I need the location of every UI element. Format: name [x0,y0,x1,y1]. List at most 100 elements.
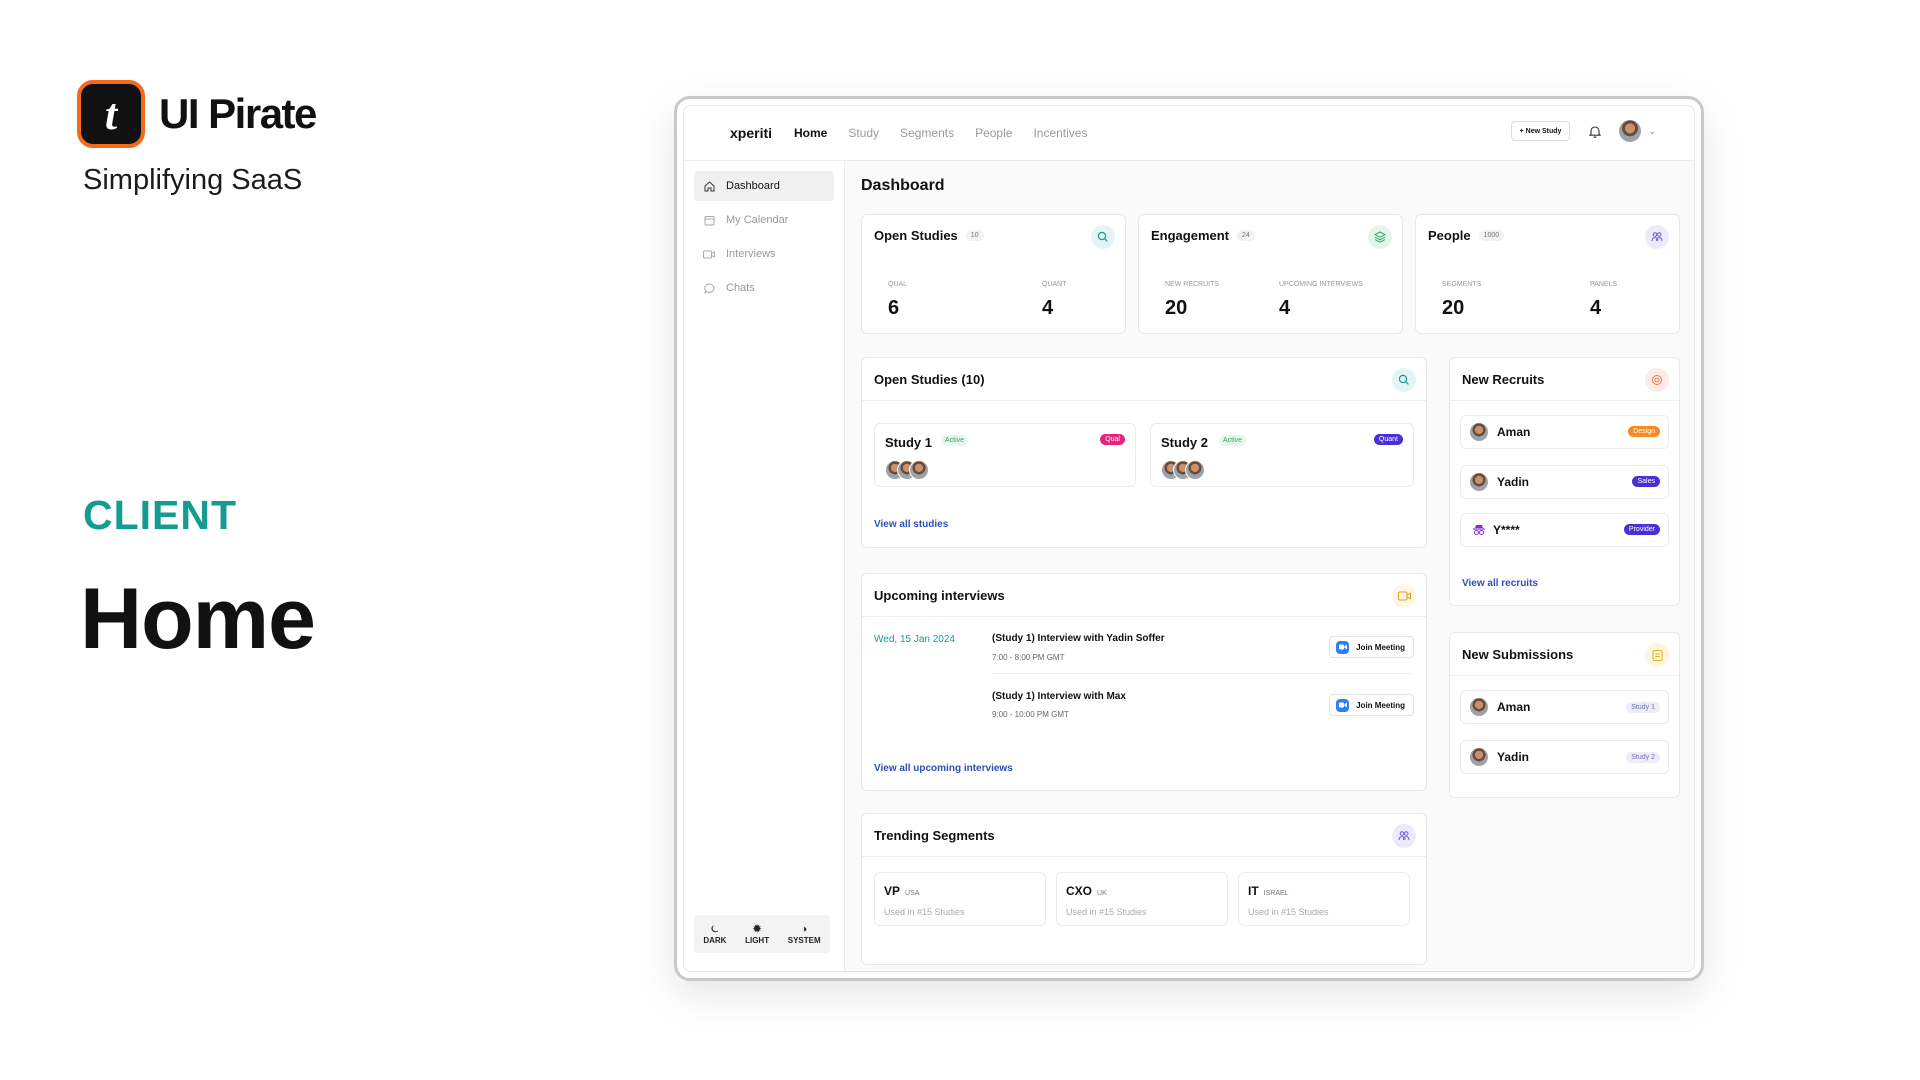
join-meeting-button[interactable]: Join Meeting [1329,636,1414,658]
stat-card-engagement[interactable]: Engagement 24 NEW RECRUITS 20 UPCOMING IN… [1138,214,1403,334]
study-name: Study 1 [885,435,932,450]
segment-card[interactable]: VP USA Used in #15 Studies [874,872,1046,926]
brand-tagline: Simplifying SaaS [83,164,303,196]
segment-name: IT [1248,884,1259,898]
sidebar-item-interviews[interactable]: Interviews [694,239,834,269]
stat-value: 6 [888,297,900,319]
open-studies-card: Open Studies (10) Study 1 Active Qual St… [861,357,1427,548]
video-icon[interactable] [1392,584,1416,608]
sidebar-item-chats[interactable]: Chats [694,273,834,303]
app-viewport: xperiti Home Study Segments People Incen… [683,105,1695,972]
study-type-tag: Quant [1373,434,1403,445]
stat-value: 20 [1442,297,1465,319]
brand-name: UI Pirate [159,90,317,137]
recruit-row[interactable]: Aman Design [1460,415,1669,449]
segment-name: CXO [1066,884,1093,898]
people-icon[interactable] [1392,824,1416,848]
count-badge: 24 [1237,229,1255,241]
segment-usage: Used in #15 Studies [884,907,965,917]
divider [992,673,1414,674]
avatar [1469,747,1489,767]
button-label: Join Meeting [1356,700,1405,710]
avatar [1185,460,1205,480]
main-content: Dashboard Open Studies 10 QUAL 6 QUANT 4 … [845,161,1694,971]
recruit-row[interactable]: Yadin Sales [1460,465,1669,499]
half-circle-icon: ◑ [801,923,808,935]
sidebar-item-calendar[interactable]: My Calendar [694,205,834,235]
count-badge: 10 [965,229,984,241]
nav-segments[interactable]: Segments [900,126,954,140]
interview-date: Wed, 15 Jan 2024 [874,634,955,645]
new-submissions-card: New Submissions Aman Study 1 Yadin Study… [1449,632,1680,798]
app-window: xperiti Home Study Segments People Incen… [674,96,1704,981]
calendar-icon [702,213,716,227]
sidebar: Dashboard My Calendar Interviews Chats ⏾… [684,161,845,971]
nav-people[interactable]: People [975,126,1012,140]
join-meeting-button[interactable]: Join Meeting [1329,694,1414,716]
study-name: Study 2 [1161,435,1208,450]
stat-card-open-studies[interactable]: Open Studies 10 QUAL 6 QUANT 4 [861,214,1126,334]
view-all-interviews-link[interactable]: View all upcoming interviews [874,763,1013,774]
interview-title: (Study 1) Interview with Yadin Soffer [992,633,1165,644]
submitter-name: Yadin [1497,750,1530,764]
stat-label: UPCOMING INTERVIEWS [1279,281,1363,288]
segment-card[interactable]: CXO UK Used in #15 Studies [1056,872,1228,926]
home-icon [702,179,716,193]
chat-icon [702,281,716,295]
new-study-button[interactable]: + New Study [1510,121,1571,141]
target-icon[interactable] [1645,368,1669,392]
stat-label: SEGMENTS [1442,281,1482,288]
avatar [1469,697,1489,717]
nav-home[interactable]: Home [794,126,827,140]
category-label: CLIENT [83,492,238,538]
moon-icon: ⏾ [710,923,719,935]
stat-title: People [1428,227,1471,243]
recruit-row[interactable]: Y**** Provider [1460,513,1669,547]
study-card[interactable]: Study 1 Active Qual [874,423,1136,487]
view-all-recruits-link[interactable]: View all recruits [1462,578,1538,589]
study-card[interactable]: Study 2 Active Quant [1150,423,1414,487]
role-tag: Sales [1632,476,1660,487]
trending-segments-card: Trending Segments VP USA Used in #15 Stud… [861,813,1427,965]
user-avatar[interactable] [1618,119,1643,143]
nav-incentives[interactable]: Incentives [1033,126,1087,140]
segment-country: USA [905,890,920,897]
theme-dark-button[interactable]: ⏾ DARK [703,924,726,945]
avatar [909,460,929,480]
submission-row[interactable]: Yadin Study 2 [1460,740,1669,774]
stat-value: 4 [1279,297,1291,319]
page-title: Dashboard [861,177,945,194]
stat-label: NEW RECRUITS [1165,281,1220,288]
submission-row[interactable]: Aman Study 1 [1460,690,1669,724]
segment-card[interactable]: IT ISRAEL Used in #15 Studies [1238,872,1410,926]
upcoming-interviews-card: Upcoming interviews Wed, 15 Jan 2024 (St… [861,573,1427,791]
sun-icon: ✹ [752,923,762,935]
people-icon [1645,225,1669,249]
view-all-studies-link[interactable]: View all studies [874,519,948,530]
nav-study[interactable]: Study [848,126,879,140]
status-badge: Active [941,435,969,446]
avatar [1469,422,1489,442]
study-tag: Study 2 [1626,752,1660,763]
incognito-icon [1469,520,1489,540]
role-tag: Provider [1623,524,1660,535]
clipboard-icon[interactable] [1645,643,1669,667]
theme-system-button[interactable]: ◑ SYSTEM [788,924,821,945]
button-label: Join Meeting [1356,642,1405,652]
video-icon [702,247,716,261]
stat-card-people[interactable]: People 1000 SEGMENTS 20 PANELS 4 [1415,214,1680,334]
search-icon [1091,225,1115,249]
submitter-name: Aman [1497,700,1531,714]
segment-name: VP [884,884,901,898]
study-tag: Study 1 [1626,702,1660,713]
count-badge: 1000 [1478,229,1505,241]
chevron-down-icon[interactable]: ⌄ [1648,126,1656,137]
theme-light-button[interactable]: ✹ LIGHT [745,924,769,945]
sidebar-item-dashboard[interactable]: Dashboard [694,171,834,201]
stat-label: QUANT [1042,281,1067,288]
search-icon[interactable] [1392,368,1416,392]
bell-icon[interactable] [1584,120,1606,142]
app-logo[interactable]: xperiti [730,125,772,141]
theme-label: SYSTEM [787,935,821,945]
top-nav: xperiti Home Study Segments People Incen… [684,106,1694,161]
